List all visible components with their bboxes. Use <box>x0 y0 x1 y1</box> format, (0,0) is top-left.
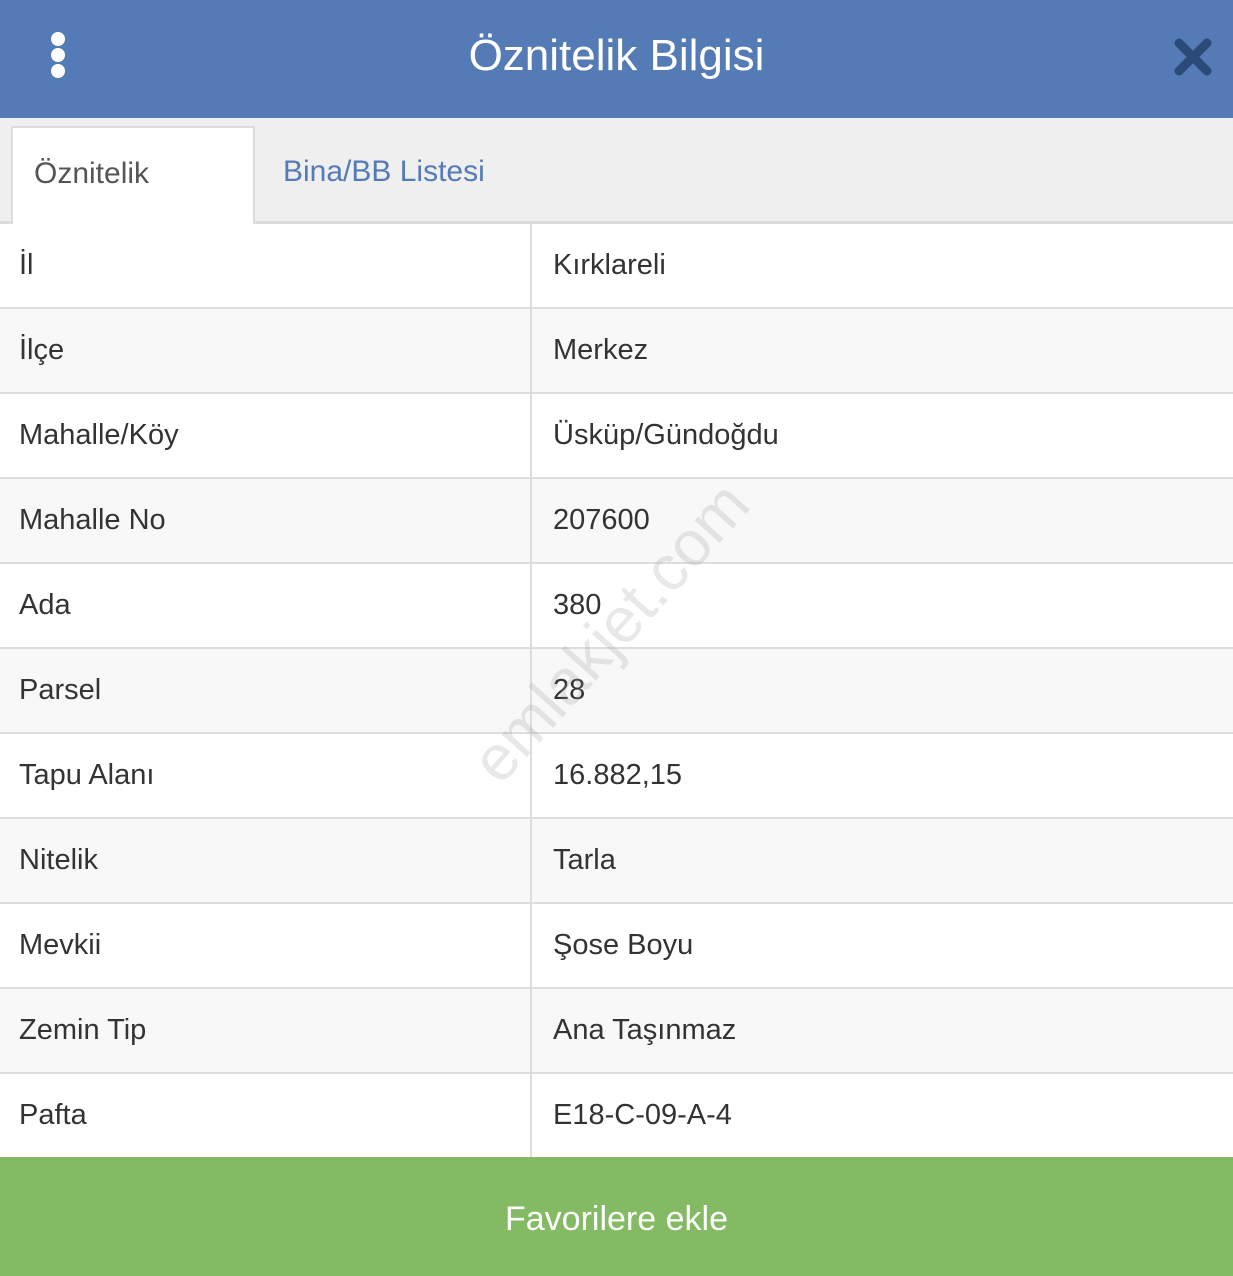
attribute-value: E18-C-09-A-4 <box>553 1099 732 1131</box>
tab-building-list[interactable]: Bina/BB Listesi <box>262 126 506 224</box>
column-divider <box>530 1074 532 1157</box>
attribute-value: 207600 <box>553 504 650 536</box>
column-divider <box>530 309 532 392</box>
attribute-value: Merkez <box>553 334 649 366</box>
attribute-value: 380 <box>553 589 602 621</box>
attribute-key: Parsel <box>19 674 102 706</box>
column-divider <box>530 819 532 902</box>
column-divider <box>530 649 532 732</box>
attribute-key: Mahalle No <box>19 504 166 536</box>
column-divider <box>530 989 532 1072</box>
attribute-key: Mahalle/Köy <box>19 419 179 451</box>
attribute-value: Üsküp/Gündoğdu <box>553 419 779 451</box>
table-row: Nitelik Tarla <box>0 819 1233 904</box>
attribute-key: Nitelik <box>19 844 98 876</box>
attribute-key: Mevkii <box>19 929 102 961</box>
column-divider <box>530 734 532 817</box>
attribute-value: 28 <box>553 674 586 706</box>
attribute-key: Pafta <box>19 1099 87 1131</box>
attribute-key: Tapu Alanı <box>19 759 155 791</box>
column-divider <box>530 904 532 987</box>
column-divider <box>530 394 532 477</box>
tab-attribute-info[interactable]: Öznitelik Bilgisi <box>11 126 255 282</box>
attribute-key: Ada <box>19 589 71 621</box>
attribute-table: İl Kırklareli İlçe Merkez Mahalle/Köy Üs… <box>0 224 1233 1159</box>
attribute-value: Ana Taşınmaz <box>553 1014 737 1046</box>
attribute-key: Zemin Tip <box>19 1014 147 1046</box>
column-divider <box>530 564 532 647</box>
attribute-value: Tarla <box>553 844 616 876</box>
attribute-value: Şose Boyu <box>553 929 694 961</box>
table-row: İlçe Merkez <box>0 309 1233 394</box>
table-row: Tapu Alanı 16.882,15 <box>0 734 1233 819</box>
attribute-key: İl <box>19 249 34 281</box>
attribute-value: 16.882,15 <box>553 759 683 791</box>
attribute-value: Kırklareli <box>553 249 666 281</box>
add-to-favorites-button[interactable]: Favorilere ekle <box>0 1157 1233 1276</box>
close-icon[interactable] <box>1172 36 1214 78</box>
table-row: Mahalle/Köy Üsküp/Gündoğdu <box>0 394 1233 479</box>
column-divider <box>530 224 532 307</box>
table-row: İl Kırklareli <box>0 224 1233 309</box>
panel-title: Öznitelik Bilgisi <box>468 31 765 80</box>
column-divider <box>530 479 532 562</box>
tab-bar: Öznitelik Bilgisi Bina/BB Listesi <box>0 118 1233 282</box>
panel-header: Öznitelik Bilgisi <box>0 0 1233 118</box>
table-row: Pafta E18-C-09-A-4 <box>0 1074 1233 1159</box>
table-row: Zemin Tip Ana Taşınmaz <box>0 989 1233 1074</box>
attribute-key: İlçe <box>19 334 65 366</box>
table-row: Mevkii Şose Boyu <box>0 904 1233 989</box>
attribute-info-panel: Öznitelik Bilgisi Öznitelik Bilgisi Bina… <box>0 0 1233 1276</box>
table-row: Ada 380 <box>0 564 1233 649</box>
table-row: Parsel 28 <box>0 649 1233 734</box>
table-row: Mahalle No 207600 <box>0 479 1233 564</box>
